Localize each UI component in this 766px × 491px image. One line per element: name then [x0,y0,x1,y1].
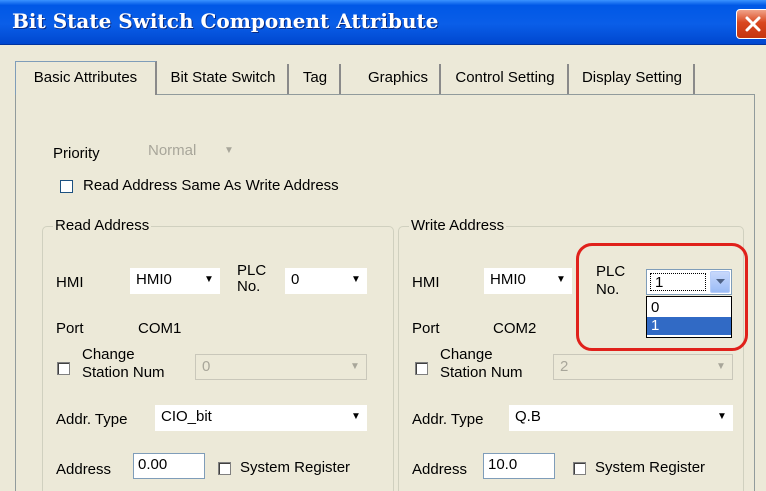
read-addr-type-select[interactable]: CIO_bit ▼ [155,405,367,431]
priority-value: Normal [148,142,197,159]
write-port-label: Port [412,320,440,337]
write-port-value: COM2 [493,320,537,337]
tab-control-setting[interactable]: Control Setting [443,64,569,94]
chevron-down-icon: ▼ [350,361,360,372]
read-addr-type-label: Addr. Type [56,411,128,428]
read-hmi-value: HMI0 [136,271,172,288]
window-title: Bit State Switch Component Attribute [12,9,439,33]
write-address-label: Address [412,461,468,478]
tab-tag[interactable]: Tag [291,64,341,94]
write-address-input[interactable]: 10.0 [483,453,555,479]
chevron-down-icon: ▼ [351,274,361,285]
chevron-down-icon: ▼ [716,361,726,372]
read-system-register-label: System Register [240,459,351,476]
write-system-register-checkbox[interactable] [573,462,586,475]
read-address-input[interactable]: 0.00 [133,453,205,479]
tab-basic-attributes[interactable]: Basic Attributes [15,61,157,95]
write-addr-type-select[interactable]: Q.B ▼ [509,405,733,431]
read-station-select[interactable]: 0 ▼ [195,354,367,380]
chevron-down-icon: ▼ [556,274,566,285]
chevron-down-icon: ▼ [717,411,727,422]
write-addr-type-value: Q.B [515,408,541,425]
priority-label: Priority [53,145,100,162]
read-port-value: COM1 [138,320,182,337]
write-change-station-label-line1: Change [440,346,493,363]
close-button[interactable] [736,9,766,39]
read-hmi-label: HMI [56,274,84,291]
read-plc-label-line2: No. [237,278,261,295]
write-hmi-label: HMI [412,274,440,291]
tab-bit-state-switch[interactable]: Bit State Switch [159,64,289,94]
write-station-select[interactable]: 2 ▼ [553,354,733,380]
read-plc-select[interactable]: 0 ▼ [285,268,367,294]
read-station-value: 0 [202,358,211,375]
write-system-register-label: System Register [595,459,706,476]
highlight-annotation [576,243,748,351]
priority-select[interactable]: Normal ▼ [142,139,240,165]
dialog-window: Bit State Switch Component Attribute Bas… [0,0,766,491]
write-change-station-label-line2: Station Num [440,364,523,381]
read-same-as-write-checkbox[interactable] [60,180,73,193]
read-plc-value: 0 [291,271,300,288]
read-hmi-select[interactable]: HMI0 ▼ [130,268,220,294]
read-port-label: Port [56,320,84,337]
read-change-station-checkbox[interactable] [57,362,70,375]
read-addr-type-value: CIO_bit [161,408,212,425]
tab-display-setting[interactable]: Display Setting [571,64,695,94]
write-hmi-select[interactable]: HMI0 ▼ [484,268,572,294]
title-bar[interactable]: Bit State Switch Component Attribute [0,0,766,45]
write-hmi-value: HMI0 [490,271,526,288]
read-change-station-label-line1: Change [82,346,135,363]
read-address-title: Read Address [53,217,152,235]
write-change-station-checkbox[interactable] [415,362,428,375]
read-system-register-checkbox[interactable] [218,462,231,475]
read-address-label: Address [56,461,112,478]
read-change-station-label-line2: Station Num [82,364,165,381]
read-same-as-write-label: Read Address Same As Write Address [83,177,339,194]
tab-graphics[interactable]: Graphics [357,64,441,94]
chevron-down-icon: ▼ [351,411,361,422]
write-addr-type-label: Addr. Type [412,411,484,428]
write-station-value: 2 [560,358,569,375]
chevron-down-icon: ▼ [204,274,214,285]
write-address-title: Write Address [409,217,507,235]
close-icon [745,16,761,32]
chevron-down-icon: ▼ [224,145,234,156]
